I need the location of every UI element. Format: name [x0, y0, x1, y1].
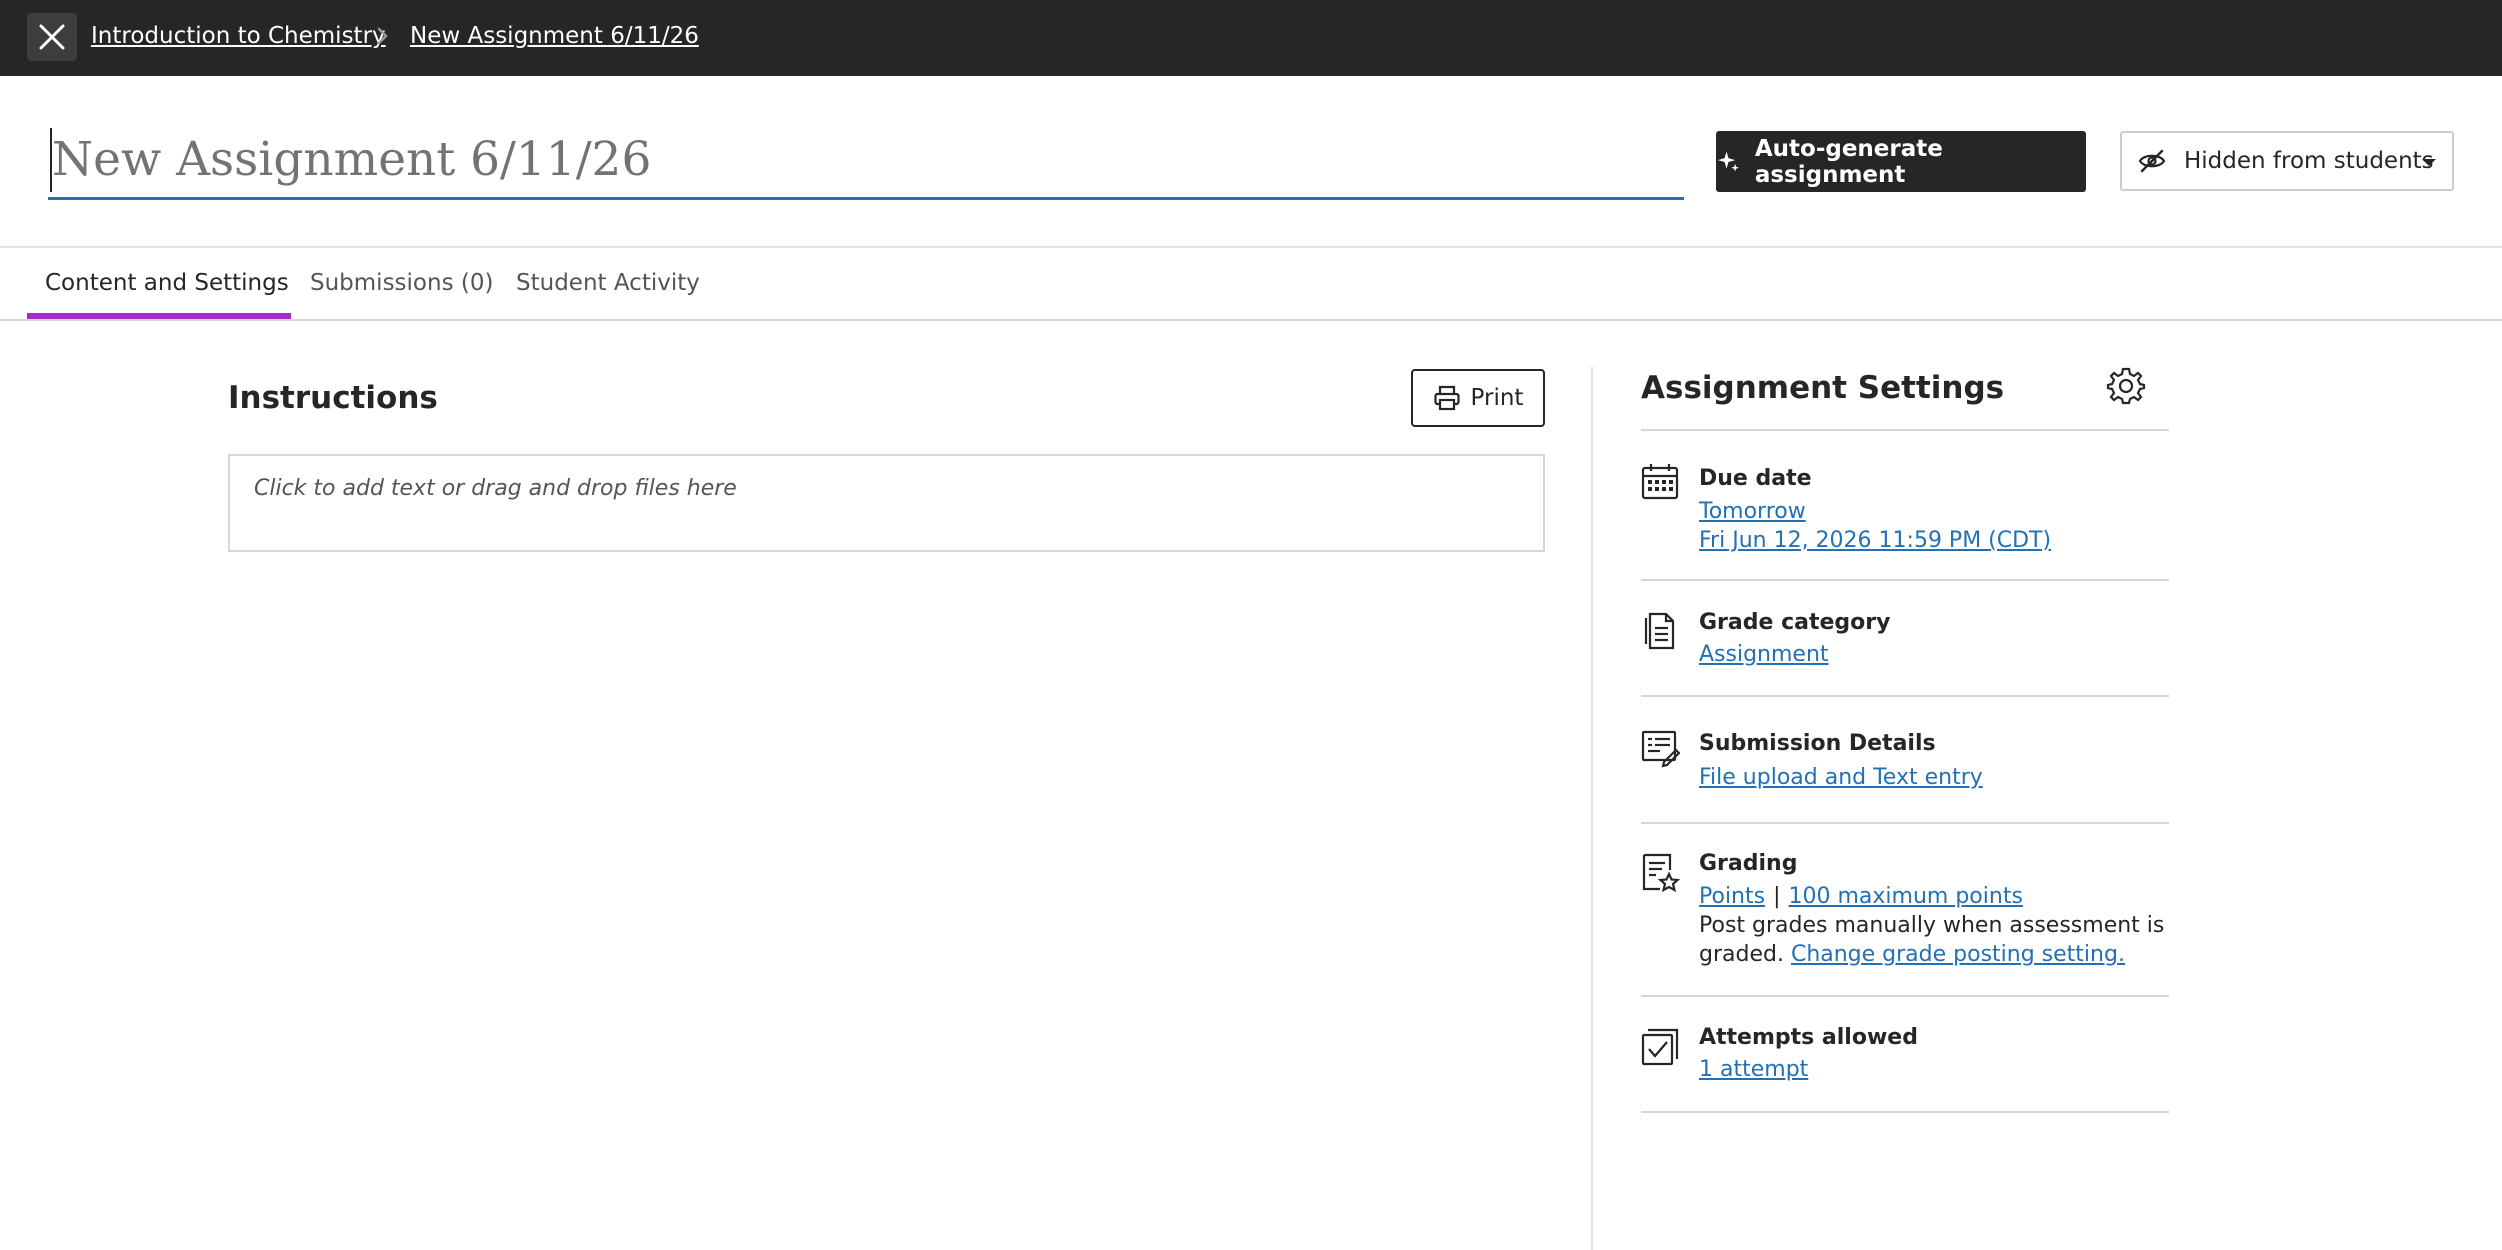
due-date-label: Due date — [1699, 466, 1812, 491]
gear-icon[interactable] — [2106, 366, 2146, 406]
assignment-title-field — [48, 124, 1684, 200]
submission-details-link[interactable]: File upload and Text entry — [1699, 765, 1983, 790]
grade-posting-line2: graded. Change grade posting setting. — [1699, 942, 2125, 967]
grade-category-link[interactable]: Assignment — [1699, 642, 1829, 667]
breadcrumb-course-link[interactable]: Introduction to Chemistry — [91, 23, 386, 49]
assignment-settings-heading: Assignment Settings — [1641, 370, 2005, 406]
grade-posting-text-end: graded. — [1699, 942, 1784, 967]
due-date-full-link[interactable]: Fri Jun 12, 2026 11:59 PM (CDT) — [1699, 528, 2051, 553]
caret-down-icon — [2422, 159, 2436, 166]
settings-divider — [1641, 695, 2169, 697]
panel-divider — [1591, 367, 1593, 1250]
grading-star-icon — [1642, 853, 1680, 892]
chevron-right-icon — [377, 27, 388, 45]
header-divider — [0, 246, 2502, 248]
sparkle-icon — [1717, 150, 1739, 172]
auto-generate-assignment-button[interactable]: Auto-generate assignment — [1716, 131, 2086, 192]
visibility-dropdown[interactable]: Hidden from students — [2120, 131, 2454, 191]
grading-schema-link[interactable]: Points — [1699, 884, 1765, 909]
settings-divider — [1641, 1111, 2169, 1113]
due-date-relative-link[interactable]: Tomorrow — [1699, 499, 1806, 524]
change-grade-posting-link[interactable]: Change grade posting setting. — [1791, 942, 2125, 967]
max-points-link[interactable]: 100 maximum points — [1789, 884, 2023, 909]
printer-icon — [1433, 385, 1460, 411]
attempts-checkbox-icon — [1641, 1028, 1679, 1066]
tab-student-activity[interactable]: Student Activity — [516, 270, 700, 296]
grade-posting-text: Post grades manually when assessment is — [1699, 913, 2165, 938]
attempts-link[interactable]: 1 attempt — [1699, 1057, 1808, 1082]
instructions-heading: Instructions — [228, 380, 438, 416]
top-bar: Introduction to Chemistry New Assignment… — [0, 0, 2502, 76]
calendar-icon — [1641, 464, 1679, 500]
instructions-editor[interactable]: Click to add text or drag and drop files… — [228, 454, 1545, 552]
settings-divider — [1641, 579, 2169, 581]
assignment-title-input[interactable] — [48, 124, 1684, 194]
auto-generate-label: Auto-generate assignment — [1754, 135, 1943, 188]
print-button[interactable]: Print — [1411, 369, 1545, 427]
tab-submissions[interactable]: Submissions (0) — [310, 270, 493, 296]
close-button[interactable] — [27, 13, 77, 61]
eye-slash-icon — [2138, 149, 2166, 173]
tabs-divider — [0, 319, 2502, 321]
settings-divider — [1641, 429, 2169, 431]
settings-divider — [1641, 822, 2169, 824]
grading-label: Grading — [1699, 851, 1798, 876]
document-icon — [1644, 612, 1675, 650]
submission-details-label: Submission Details — [1699, 731, 1936, 756]
grading-separator: | — [1773, 884, 1781, 909]
text-caret — [50, 128, 52, 192]
grading-schema-line: Points | 100 maximum points — [1699, 884, 2023, 909]
editor-placeholder: Click to add text or drag and drop files… — [254, 476, 737, 501]
tab-content-and-settings[interactable]: Content and Settings — [45, 270, 289, 296]
grade-category-label: Grade category — [1699, 610, 1891, 635]
breadcrumb-assignment-link[interactable]: New Assignment 6/11/26 — [410, 23, 699, 49]
settings-divider — [1641, 995, 2169, 997]
close-icon — [39, 24, 65, 50]
visibility-label: Hidden from students — [2184, 148, 2434, 174]
attempts-allowed-label: Attempts allowed — [1699, 1025, 1918, 1050]
print-label: Print — [1470, 385, 1524, 411]
submission-form-icon — [1641, 730, 1680, 768]
